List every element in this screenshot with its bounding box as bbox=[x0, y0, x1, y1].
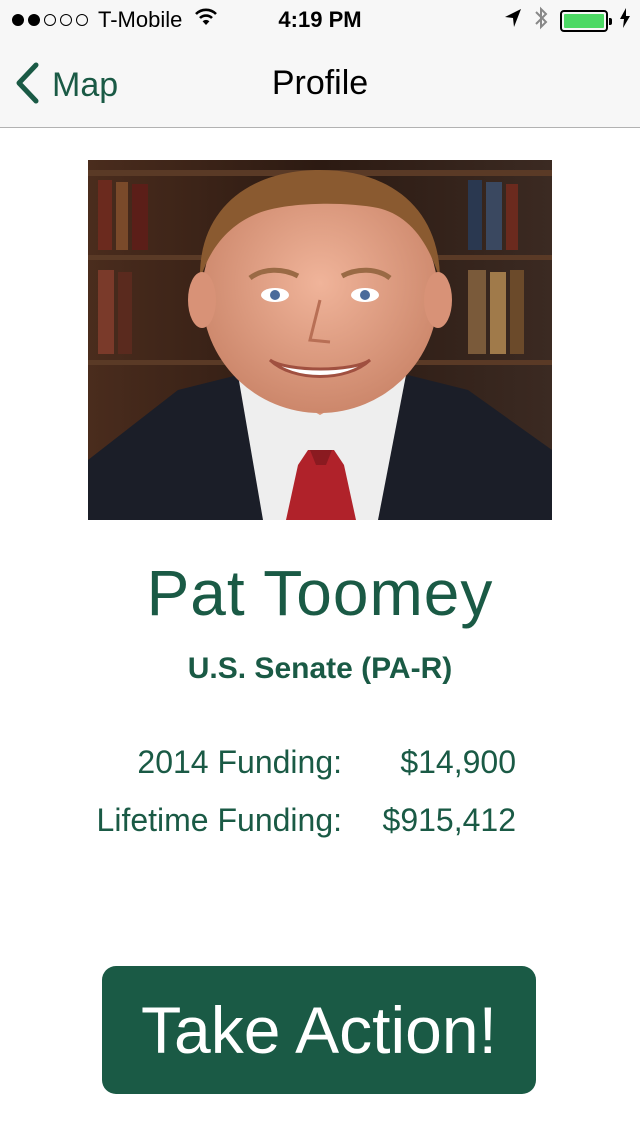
funding-value: $14,900 bbox=[400, 744, 516, 780]
battery-level bbox=[564, 14, 604, 28]
funding-label: 2014 Funding: bbox=[137, 744, 342, 780]
status-right bbox=[504, 6, 630, 36]
navigation-bar: Map Profile bbox=[0, 40, 640, 128]
take-action-button[interactable]: Take Action! bbox=[102, 966, 536, 1094]
bluetooth-icon bbox=[534, 6, 548, 36]
profile-name: Pat Toomey bbox=[146, 557, 494, 629]
status-bar: T-Mobile 4:19 PM bbox=[0, 0, 640, 40]
charging-bolt-icon bbox=[620, 8, 630, 34]
funding-label: Lifetime Funding: bbox=[96, 802, 342, 838]
profile-photo bbox=[88, 160, 552, 520]
profile-office: U.S. Senate (PA-R) bbox=[187, 652, 453, 685]
page-title: Profile bbox=[271, 64, 369, 102]
funding-value: $915,412 bbox=[382, 802, 516, 838]
location-arrow-icon bbox=[504, 8, 522, 34]
battery-icon bbox=[560, 10, 612, 32]
